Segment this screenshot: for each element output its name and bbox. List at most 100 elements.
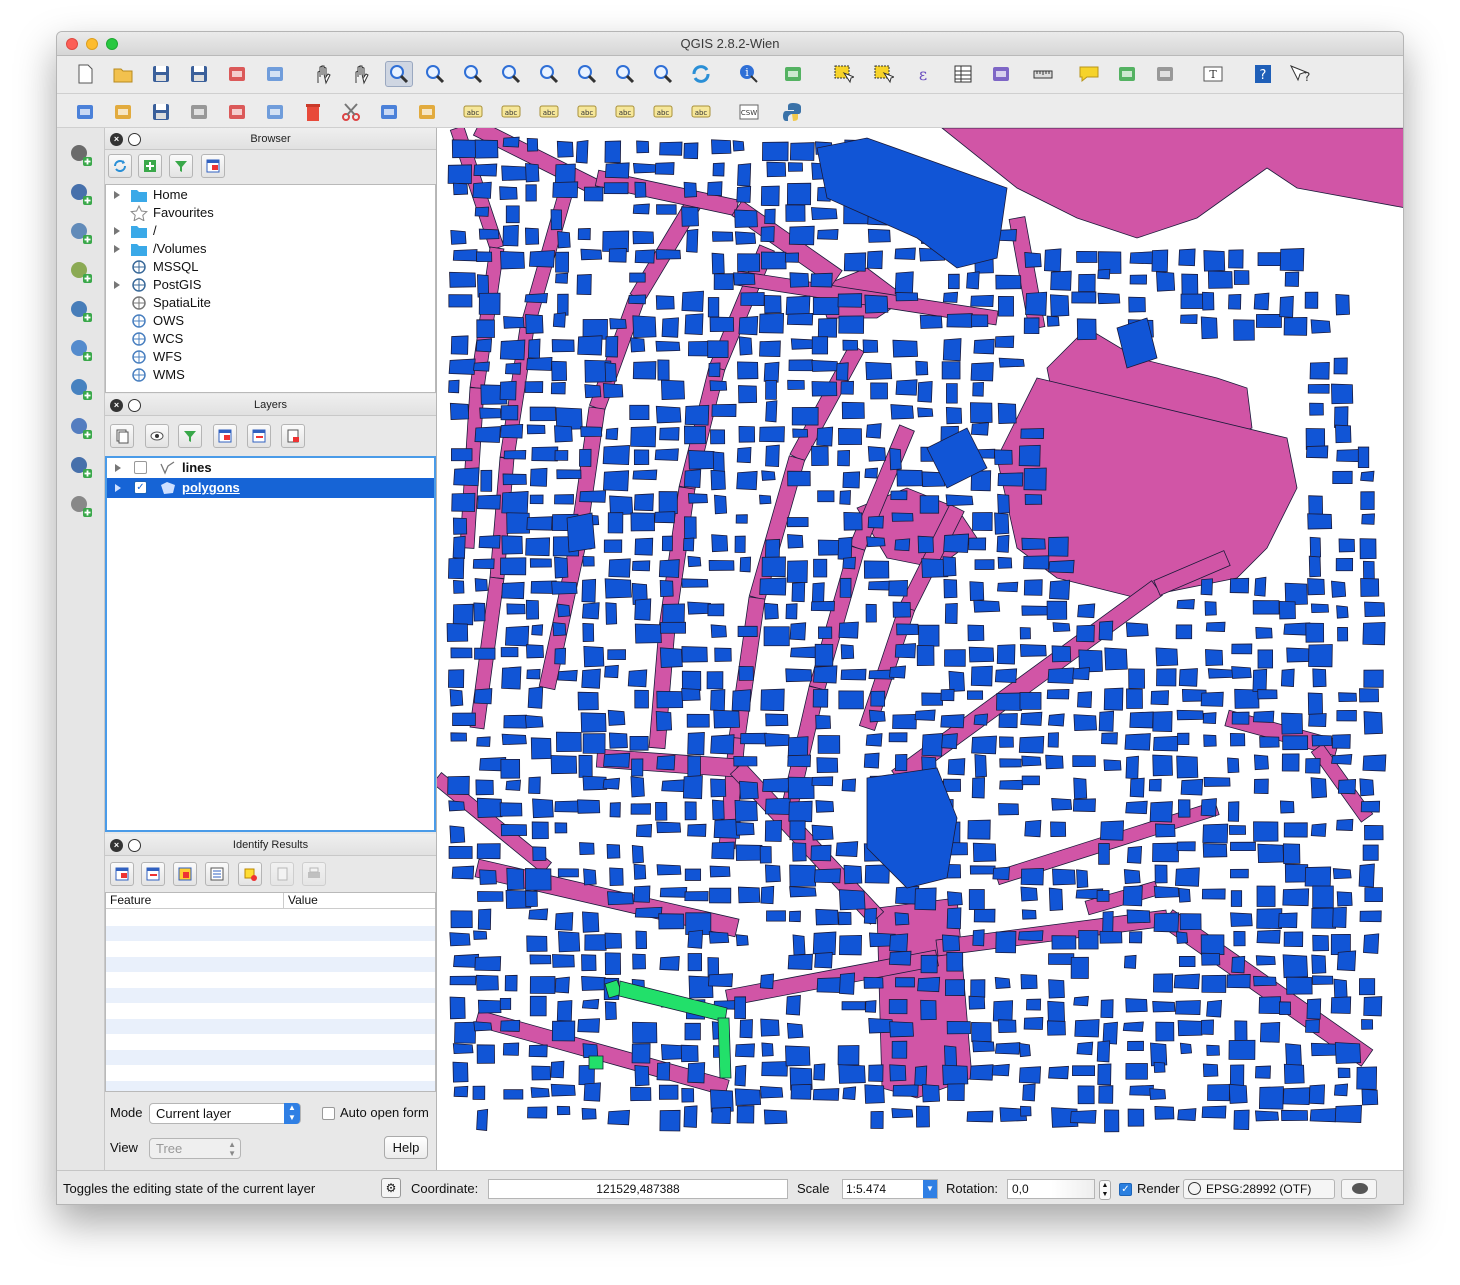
building-polygon[interactable]: [500, 824, 528, 837]
building-polygon[interactable]: [1206, 999, 1223, 1018]
building-polygon[interactable]: [812, 688, 829, 708]
building-polygon[interactable]: [684, 1022, 701, 1041]
change-label-icon[interactable]: abc: [687, 99, 715, 125]
building-polygon[interactable]: [1202, 843, 1228, 858]
building-polygon[interactable]: [525, 184, 537, 202]
building-polygon[interactable]: [659, 886, 688, 898]
building-polygon[interactable]: [1200, 691, 1224, 707]
building-polygon[interactable]: [524, 381, 544, 393]
delete-selected-icon[interactable]: [299, 99, 327, 125]
building-polygon[interactable]: [453, 1085, 469, 1098]
building-polygon[interactable]: [448, 379, 460, 394]
building-polygon[interactable]: [1254, 1110, 1279, 1122]
building-polygon[interactable]: [662, 603, 685, 624]
zoom-out-icon[interactable]: [421, 61, 449, 87]
building-polygon[interactable]: [895, 977, 915, 988]
building-polygon[interactable]: [838, 315, 865, 334]
building-polygon[interactable]: [840, 380, 854, 395]
building-polygon[interactable]: [942, 1064, 969, 1086]
building-polygon[interactable]: [1104, 1109, 1120, 1133]
building-polygon[interactable]: [914, 709, 936, 721]
building-polygon[interactable]: [1077, 691, 1093, 708]
building-polygon[interactable]: [787, 953, 813, 971]
building-polygon[interactable]: [811, 824, 834, 841]
building-polygon[interactable]: [582, 555, 595, 567]
building-polygon[interactable]: [942, 556, 957, 577]
building-polygon[interactable]: [605, 427, 619, 441]
building-polygon[interactable]: [635, 824, 653, 838]
building-polygon[interactable]: [998, 713, 1018, 729]
maximize-window-button[interactable]: [106, 38, 118, 50]
building-polygon[interactable]: [759, 973, 775, 990]
building-polygon[interactable]: [1100, 999, 1114, 1019]
building-polygon[interactable]: [1128, 668, 1145, 689]
building-polygon[interactable]: [1048, 953, 1075, 965]
building-polygon[interactable]: [1072, 798, 1096, 812]
zoom-last-icon[interactable]: [611, 61, 639, 87]
building-polygon[interactable]: [917, 976, 941, 993]
building-polygon[interactable]: [1153, 1061, 1166, 1073]
building-polygon[interactable]: [659, 141, 683, 156]
building-polygon[interactable]: [449, 271, 477, 288]
building-polygon[interactable]: [454, 1021, 477, 1044]
building-polygon[interactable]: [479, 869, 497, 885]
building-polygon[interactable]: [1200, 1019, 1214, 1035]
building-polygon[interactable]: [525, 599, 540, 620]
building-polygon[interactable]: [449, 402, 470, 420]
building-polygon[interactable]: [551, 1020, 576, 1042]
building-polygon[interactable]: [1024, 819, 1042, 838]
building-polygon[interactable]: [473, 930, 488, 940]
building-polygon[interactable]: [1073, 995, 1089, 1007]
building-polygon[interactable]: [992, 866, 1010, 881]
layer-visibility-checkbox[interactable]: [134, 461, 147, 474]
building-polygon[interactable]: [891, 512, 914, 522]
building-polygon[interactable]: [789, 886, 817, 898]
building-polygon[interactable]: [1129, 274, 1148, 285]
building-polygon[interactable]: [478, 292, 501, 315]
building-polygon[interactable]: [658, 1084, 679, 1100]
building-polygon[interactable]: [603, 182, 629, 195]
building-polygon[interactable]: [945, 494, 974, 507]
building-polygon[interactable]: [992, 1000, 1014, 1022]
copy-features-icon[interactable]: [375, 99, 403, 125]
building-polygon[interactable]: [842, 1086, 857, 1101]
building-polygon[interactable]: [867, 228, 891, 243]
building-polygon[interactable]: [735, 934, 749, 947]
building-polygon[interactable]: [654, 162, 675, 175]
building-polygon[interactable]: [630, 512, 655, 532]
building-polygon[interactable]: [942, 291, 959, 303]
building-polygon[interactable]: [791, 581, 806, 603]
building-polygon[interactable]: [680, 1044, 699, 1063]
building-polygon[interactable]: [997, 402, 1017, 424]
building-polygon[interactable]: [839, 972, 856, 995]
building-polygon[interactable]: [1176, 709, 1204, 721]
building-polygon[interactable]: [971, 735, 997, 755]
building-polygon[interactable]: [552, 954, 575, 968]
building-polygon[interactable]: [1336, 950, 1357, 972]
building-polygon[interactable]: [501, 733, 527, 746]
building-polygon[interactable]: [966, 1110, 994, 1123]
building-polygon[interactable]: [895, 292, 919, 302]
building-polygon[interactable]: [659, 956, 680, 971]
zoom-full-icon[interactable]: [497, 61, 525, 87]
building-polygon[interactable]: [661, 535, 673, 552]
building-polygon[interactable]: [529, 995, 547, 1017]
building-polygon[interactable]: [1200, 316, 1218, 340]
building-polygon[interactable]: [865, 603, 877, 623]
building-polygon[interactable]: [501, 165, 527, 181]
building-polygon[interactable]: [1229, 868, 1249, 879]
building-polygon[interactable]: [527, 686, 544, 709]
building-polygon[interactable]: [1230, 841, 1256, 852]
building-polygon[interactable]: [500, 647, 519, 658]
new-project-icon[interactable]: [71, 61, 99, 87]
building-polygon[interactable]: [1255, 313, 1282, 328]
building-polygon[interactable]: [452, 517, 468, 535]
building-polygon[interactable]: [970, 362, 994, 382]
building-polygon[interactable]: [1363, 669, 1384, 688]
building-polygon[interactable]: [582, 1043, 599, 1059]
building-polygon[interactable]: [1076, 250, 1098, 263]
help-button[interactable]: Help: [384, 1136, 428, 1159]
building-polygon[interactable]: [997, 493, 1010, 514]
selected-feature[interactable]: [588, 1055, 604, 1070]
building-polygon[interactable]: [1258, 996, 1282, 1015]
